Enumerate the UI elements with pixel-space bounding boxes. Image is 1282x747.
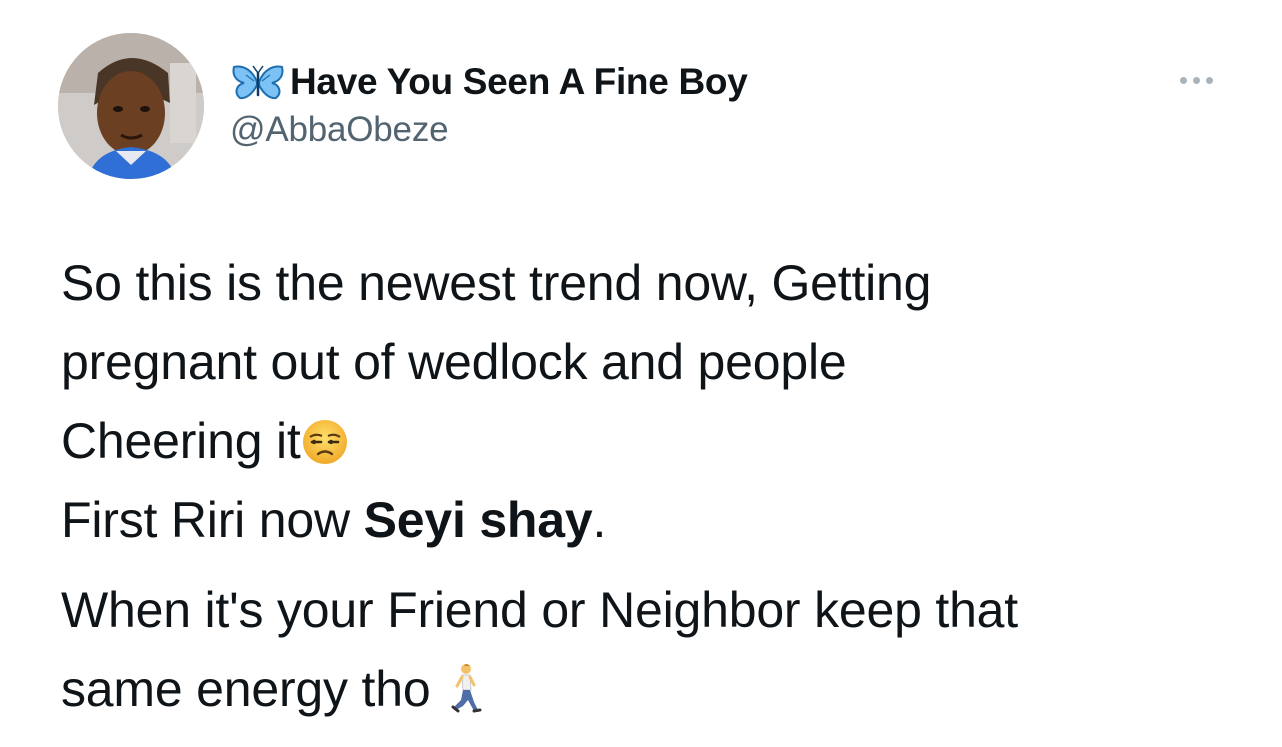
butterfly-icon: [230, 63, 286, 101]
unamused-face-emoji: [301, 410, 349, 489]
tweet-card: Have You Seen A Fine Boy @AbbaObeze So t…: [0, 0, 1282, 747]
tweet-line: pregnant out of wedlock and people: [61, 334, 847, 390]
bold-mention[interactable]: Seyi shay: [364, 492, 593, 548]
author-name-row[interactable]: Have You Seen A Fine Boy: [230, 60, 748, 104]
tweet-line: So this is the newest trend now, Getting: [61, 255, 932, 311]
more-options-icon[interactable]: [1168, 60, 1224, 100]
tweet-line: First Riri now Seyi shay.: [61, 492, 607, 548]
author-block: Have You Seen A Fine Boy @AbbaObeze: [230, 60, 748, 150]
avatar[interactable]: [58, 33, 204, 179]
tweet-line: Cheering it: [61, 402, 1251, 481]
author-handle[interactable]: @AbbaObeze: [230, 110, 748, 150]
person-walking-emoji: [444, 658, 484, 737]
tweet-text: So this is the newest trend now, Getting…: [61, 244, 1251, 729]
avatar-photo: [58, 33, 204, 179]
tweet-line: same energy tho: [61, 650, 1251, 729]
author-display-name: Have You Seen A Fine Boy: [290, 61, 748, 102]
tweet-line: When it's your Friend or Neighbor keep t…: [61, 582, 1018, 638]
